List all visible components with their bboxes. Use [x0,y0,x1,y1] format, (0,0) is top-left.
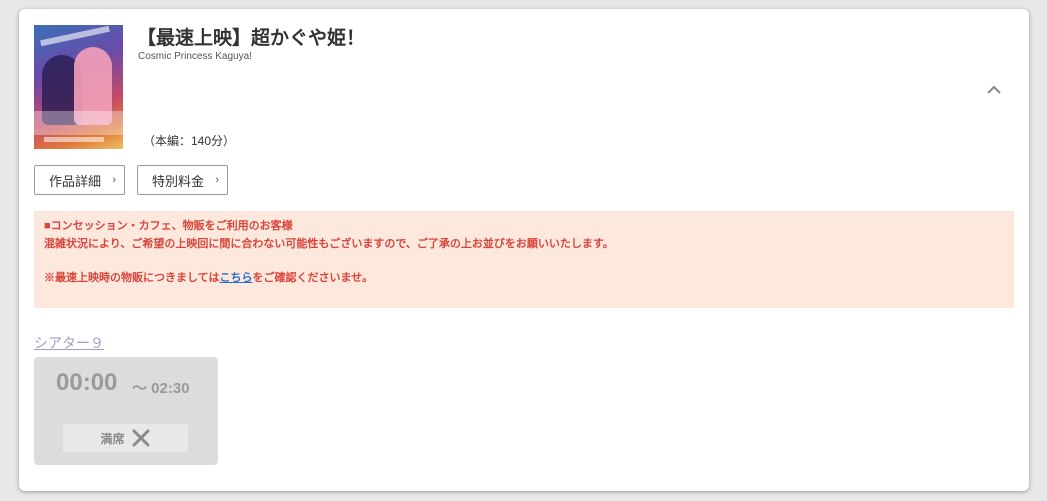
notice-merch-text: ※最速上映時の物販につきましてはこちらをご確認くださいませ。 [44,270,1004,288]
movie-title: 【最速上映】超かぐや姫！ [137,28,366,49]
theater-link[interactable]: シアター９ [34,333,104,353]
chevron-up-icon[interactable] [987,85,1001,95]
showtime-slot[interactable]: 00:00 ～ 02:30 満席 [34,357,218,465]
special-fee-label: 特別料金 [152,173,205,189]
showtime-start: 00:00 [56,369,118,396]
movie-card: 【最速上映】超かぐや姫！ Cosmic Princess Kaguya! （本編… [19,9,1029,491]
movie-detail-button[interactable]: 作品詳細 › [34,165,125,195]
notice-box: ■コンセッション・カフェ、物販をご利用のお客様 混雑状況により、ご希望の上映回に… [34,211,1014,308]
notice-merch-suffix: をご確認くださいませ。 [252,272,374,284]
notice-text: 混雑状況により、ご希望の上映回に間に合わない可能性もございますので、ご了承の上お… [44,237,614,250]
close-x-icon [132,429,149,447]
notice-merch-link[interactable]: こちら [219,272,252,284]
chevron-right-icon: › [215,174,219,186]
showtime-end: ～ 02:30 [132,380,190,397]
notice-merch-prefix: ※最速上映時の物販につきましては [44,272,220,284]
movie-poster[interactable] [34,25,123,149]
notice-heading: ■コンセッション・カフェ、物販をご利用のお客様 [44,220,293,232]
special-fee-button[interactable]: 特別料金 › [137,165,228,195]
movie-subtitle: Cosmic Princess Kaguya! [138,51,252,62]
sold-out-label: 満席 [100,431,125,446]
movie-runtime: （本編：140分） [143,134,236,148]
movie-detail-label: 作品詳細 [49,173,102,189]
sold-out-badge: 満席 [63,424,188,452]
chevron-right-icon: › [112,174,116,186]
